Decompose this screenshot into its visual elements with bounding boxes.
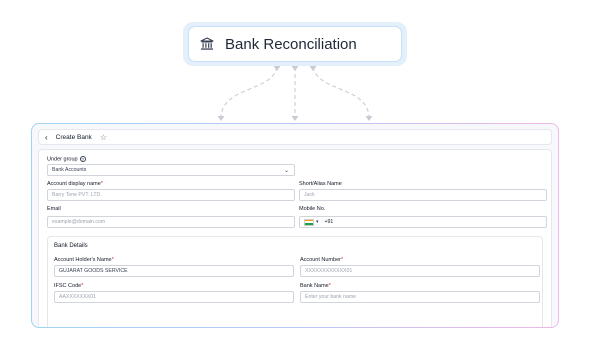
required-mark: * (100, 181, 103, 187)
email-label: Email (47, 206, 61, 212)
required-mark: * (340, 257, 344, 263)
country-code: +91 (324, 219, 334, 225)
under-group-value: Bank Accounts (52, 167, 87, 173)
bank-name-placeholder: Enter your bank name (305, 294, 357, 300)
mobile-input[interactable]: ▾ +91 (299, 216, 547, 228)
account-number-label: Account Number* (300, 257, 343, 263)
account-holder-name-label: Account Holder's Name* (54, 257, 114, 263)
short-alias-name-label: Short/Alias Name (299, 181, 342, 187)
chevron-left-icon[interactable]: ‹ (45, 133, 48, 142)
under-group-label: Under group? (47, 156, 86, 162)
bank-details-section: Bank Details Account Holder's Name* GUJA… (47, 236, 543, 327)
account-display-name-placeholder: Barry Tone PVT. LTD. (52, 192, 102, 198)
chevron-down-icon: ⌄ (283, 168, 289, 174)
bank-name-label-text: Bank Name (300, 283, 329, 289)
header-bar: ‹ Create Bank ☆ (38, 129, 552, 145)
mobile-label: Mobile No. (299, 206, 326, 212)
email-placeholder: example@domain.com (52, 219, 106, 225)
bank-details-title: Bank Details (54, 243, 88, 249)
chevron-down-icon[interactable]: ▾ (316, 219, 319, 225)
required-mark: * (81, 283, 84, 289)
star-icon[interactable]: ☆ (100, 133, 107, 142)
pill-title: Bank Reconciliation (225, 35, 357, 53)
stage: Bank Reconciliation ‹ Create Bank ☆ Unde… (0, 0, 590, 340)
account-number-placeholder: XXXXXXXXXXXX01 (305, 268, 353, 274)
ifsc-code-input[interactable]: AAXXXXXXX01 (54, 291, 294, 303)
account-number-label-text: Account Number (300, 257, 341, 263)
account-display-name-input[interactable]: Barry Tone PVT. LTD. (47, 189, 295, 201)
account-number-input[interactable]: XXXXXXXXXXXX01 (300, 265, 540, 277)
create-bank-form: Under group? Bank Accounts ⌄ Account dis… (38, 149, 552, 327)
account-holder-name-input[interactable]: GUJARAT GOODS SERVICE (54, 265, 294, 277)
account-display-name-label: Account display name* (47, 181, 103, 187)
account-holder-name-value: GUJARAT GOODS SERVICE (59, 268, 128, 274)
short-alias-name-input[interactable]: Jack (299, 189, 547, 201)
account-holder-name-label-text: Account Holder's Name (54, 257, 112, 263)
bank-name-input[interactable]: Enter your bank name (300, 291, 540, 303)
create-bank-window: ‹ Create Bank ☆ Under group? Bank Accoun… (31, 123, 559, 328)
india-flag-icon[interactable] (304, 218, 314, 226)
create-bank-card: ‹ Create Bank ☆ Under group? Bank Accoun… (32, 124, 558, 327)
ifsc-code-label-text: IFSC Code (54, 283, 82, 289)
required-mark: * (111, 257, 114, 263)
bank-name-label: Bank Name* (300, 283, 331, 289)
short-alias-name-placeholder: Jack (304, 192, 315, 198)
ifsc-code-placeholder: AAXXXXXXX01 (59, 294, 96, 300)
account-display-name-label-text: Account display name (47, 181, 101, 187)
help-icon[interactable]: ? (79, 156, 86, 162)
bank-reconciliation-pill[interactable]: Bank Reconciliation (188, 26, 402, 62)
bank-icon (200, 37, 214, 50)
under-group-label-text: Under group (47, 156, 78, 163)
page-title: Create Bank (55, 133, 92, 141)
under-group-select[interactable]: Bank Accounts ⌄ (47, 164, 295, 176)
required-mark: * (328, 283, 331, 289)
ifsc-code-label: IFSC Code* (54, 283, 83, 289)
email-input[interactable]: example@domain.com (47, 216, 295, 228)
